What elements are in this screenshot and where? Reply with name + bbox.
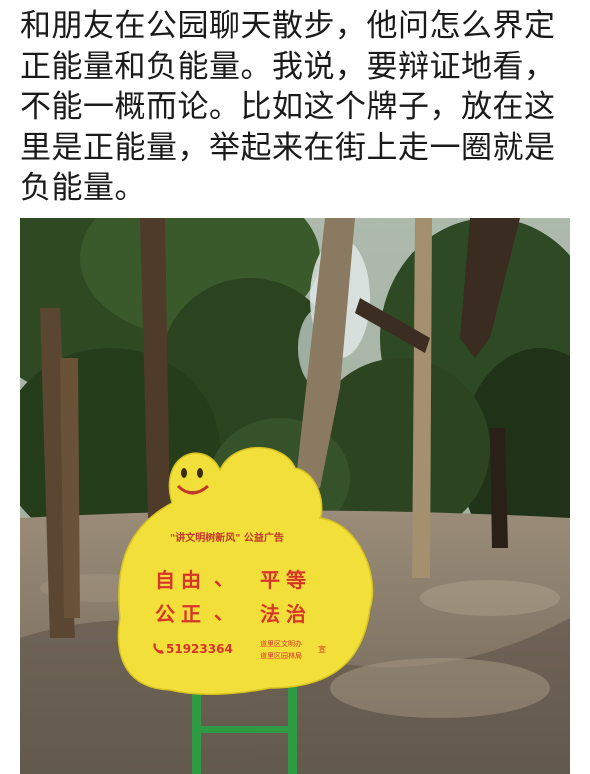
- sign-word-justice: 公正: [155, 602, 207, 626]
- sign-post-left: [192, 686, 201, 774]
- sign-org-1: 道里区文明办: [260, 639, 302, 648]
- sign-word-rule-of-law: 法治: [260, 602, 312, 626]
- post-line-3: 不能一概而论。比如这个牌子，放在这: [20, 89, 556, 125]
- park-photo[interactable]: "讲文明树新风" 公益广告 自由 、 平等 公正 、 法治 51923364 道…: [20, 218, 570, 774]
- post-line-2: 正能量和负能量。我说，要辩证地看，: [20, 48, 556, 85]
- post-line-1: 和朋友在公园聊天散步，他问怎么界定: [20, 8, 556, 44]
- sign-phone: 51923364: [166, 642, 233, 656]
- sign-word-equality: 平等: [260, 568, 312, 592]
- sign-org-2: 道里区园林局: [260, 651, 302, 660]
- post-line-4: 里是正能量，举起来在街上走一圈就是: [20, 129, 556, 166]
- post-text: 和朋友在公园聊天散步，他问怎么界定 正能量和负能量。我说，要辩证地看， 不能一概…: [20, 6, 575, 209]
- sign-separator-2: 、: [214, 600, 234, 624]
- sign-separator-1: 、: [214, 566, 234, 590]
- post-line-5: 负能量。: [20, 170, 146, 206]
- sign-crossbar: [200, 726, 290, 733]
- sign-header: "讲文明树新风" 公益广告: [170, 531, 284, 544]
- park-scene: "讲文明树新风" 公益广告 自由 、 平等 公正 、 法治 51923364 道…: [20, 218, 570, 774]
- sign-word-freedom: 自由: [155, 568, 207, 592]
- sign-org-suffix: 宣: [318, 644, 326, 654]
